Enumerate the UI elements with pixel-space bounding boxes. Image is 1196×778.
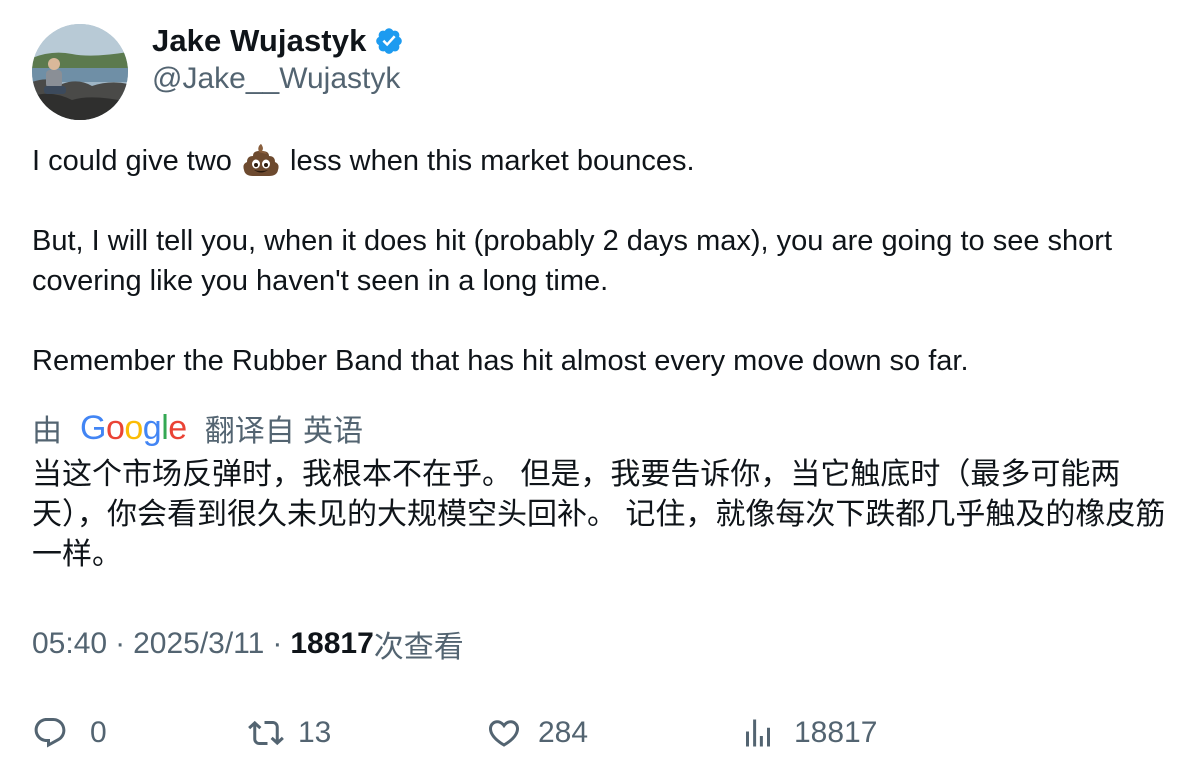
name-row: Jake Wujastyk <box>152 22 404 60</box>
tweet-line-1: I could give two less when this market b… <box>32 141 1172 181</box>
reply-count: 0 <box>90 716 107 749</box>
tweet-date[interactable]: 2025/3/11 <box>133 627 264 661</box>
tweet-line-1-start: I could give two <box>32 145 240 177</box>
translation-attribution: 由 Google 翻译自 英语 <box>32 408 364 449</box>
retweet-count: 13 <box>298 716 332 749</box>
views-count: 18817 <box>290 627 374 660</box>
translated-text: 当这个市场反弹时，我根本不在乎。 但是，我要告诉你，当它触底时（最多可能两天），… <box>32 458 1166 571</box>
tweet-paragraph-3: Remember the Rubber Band that has hit al… <box>32 345 969 377</box>
reply-icon <box>34 718 66 748</box>
verified-badge-icon[interactable] <box>374 26 404 56</box>
like-count: 284 <box>538 716 589 749</box>
tweet-line-1-end: less when this market bounces. <box>281 145 695 177</box>
google-logo[interactable]: Google <box>80 409 187 448</box>
retweet-icon <box>248 720 284 746</box>
meta-separator: · <box>115 627 126 660</box>
avatar-photo <box>32 24 128 120</box>
tweet-paragraph-2: But, I will tell you, when it does hit (… <box>32 225 1112 297</box>
action-bar: 0 13 284 18817 <box>32 710 1172 756</box>
tweet-text: I could give two less when this market b… <box>32 141 1172 381</box>
meta-separator-2: · <box>272 627 283 660</box>
reply-button[interactable]: 0 <box>32 710 107 756</box>
pile-of-poo-icon <box>242 142 280 178</box>
heart-icon <box>488 720 520 747</box>
author-block: Jake Wujastyk @Jake__Wujastyk <box>152 22 404 96</box>
views-button[interactable]: 18817 <box>740 710 877 756</box>
avatar[interactable] <box>32 24 128 120</box>
retweet-button[interactable]: 13 <box>248 710 331 756</box>
translation-suffix: 翻译自 英语 <box>204 415 364 448</box>
views-action-count: 18817 <box>794 716 878 749</box>
analytics-icon <box>746 719 770 747</box>
translation-prefix: 由 <box>32 415 62 448</box>
like-button[interactable]: 284 <box>486 710 588 756</box>
handle[interactable]: @Jake__Wujastyk <box>152 62 404 96</box>
views-label: 次查看 <box>373 631 464 664</box>
display-name[interactable]: Jake Wujastyk <box>152 23 366 59</box>
tweet-meta: 05:40 · 2025/3/11 · 18817 次查看 <box>32 624 464 664</box>
tweet-time[interactable]: 05:40 <box>32 627 107 661</box>
